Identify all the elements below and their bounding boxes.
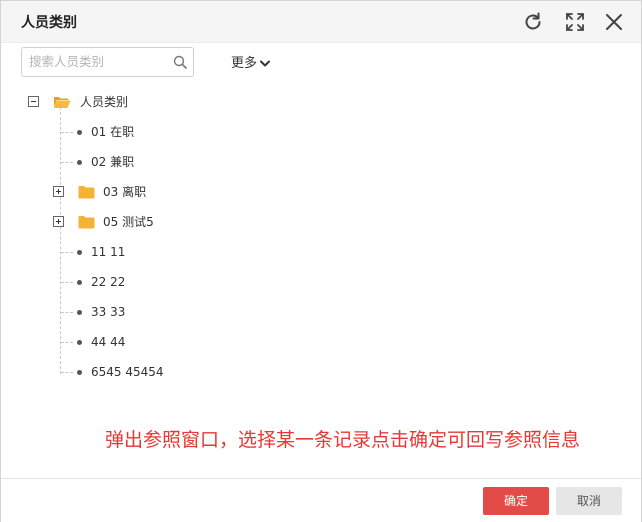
- close-icon[interactable]: [602, 10, 626, 34]
- folder-icon: [78, 186, 95, 199]
- leaf-dot-icon: [77, 370, 82, 375]
- refresh-icon[interactable]: [521, 10, 545, 34]
- expand-toggle-icon[interactable]: [53, 186, 64, 197]
- tree-connector: [61, 132, 73, 133]
- tree-connector: [61, 342, 73, 343]
- leaf-dot-icon: [77, 250, 82, 255]
- leaf-dot-icon: [77, 280, 82, 285]
- dialog-header: 人员类别: [1, 1, 641, 43]
- tree-node-label: 01 在职: [91, 125, 135, 139]
- tree-node-label: 44 44: [91, 335, 126, 349]
- tree-node[interactable]: 02 兼职: [77, 151, 277, 173]
- tree-connector: [61, 162, 73, 163]
- reference-dialog: 人员类别 搜索人员类别 更多 人员类别 01 在职 02 兼职 03 离职 05…: [0, 0, 642, 522]
- dialog-title: 人员类别: [21, 15, 77, 31]
- expand-toggle-icon[interactable]: [53, 216, 64, 227]
- tree-root-label: 人员类别: [80, 95, 129, 109]
- tree-node-label: 11 11: [91, 245, 126, 259]
- more-label: 更多: [231, 56, 258, 71]
- tree-node-folder[interactable]: 03 离职: [53, 181, 253, 203]
- collapse-toggle-icon[interactable]: [28, 96, 39, 107]
- tree-node[interactable]: 33 33: [77, 301, 277, 323]
- tree-node[interactable]: 6545 45454: [77, 361, 277, 383]
- maximize-icon[interactable]: [563, 10, 587, 34]
- tree-node-label: 6545 45454: [91, 365, 164, 379]
- tree-node-label: 05 测试5: [103, 215, 154, 229]
- tree-node-label: 33 33: [91, 305, 126, 319]
- tree-node[interactable]: 22 22: [77, 271, 277, 293]
- tree-connector: [61, 252, 73, 253]
- dialog-footer: 确定 取消: [1, 478, 641, 522]
- search-box: [21, 47, 194, 77]
- confirm-button[interactable]: 确定: [483, 487, 549, 515]
- tree-connector: [60, 107, 61, 374]
- tree-connector: [61, 282, 73, 283]
- search-icon[interactable]: [173, 55, 187, 69]
- tree-node[interactable]: 44 44: [77, 331, 277, 353]
- tree-connector: [61, 372, 73, 373]
- annotation-text: 弹出参照窗口，选择某一条记录点击确定可回写参照信息: [105, 429, 581, 451]
- cancel-button[interactable]: 取消: [556, 487, 622, 515]
- tree-node-label: 02 兼职: [91, 155, 135, 169]
- folder-open-icon: [54, 97, 71, 108]
- tree-root-node[interactable]: 人员类别: [28, 91, 228, 113]
- tree-node[interactable]: 11 11: [77, 241, 277, 263]
- leaf-dot-icon: [77, 130, 82, 135]
- more-dropdown-button[interactable]: 更多: [231, 52, 271, 71]
- category-tree: 人员类别 01 在职 02 兼职 03 离职 05 测试5 11 11 22 2…: [1, 87, 641, 387]
- folder-icon: [78, 216, 95, 229]
- search-input[interactable]: [29, 50, 169, 72]
- tree-node[interactable]: 01 在职: [77, 121, 277, 143]
- leaf-dot-icon: [77, 160, 82, 165]
- leaf-dot-icon: [77, 340, 82, 345]
- chevron-down-icon: [260, 60, 271, 66]
- tree-node-folder[interactable]: 05 测试5: [53, 211, 253, 233]
- tree-connector: [61, 312, 73, 313]
- leaf-dot-icon: [77, 310, 82, 315]
- tree-node-label: 22 22: [91, 275, 126, 289]
- tree-node-label: 03 离职: [103, 185, 147, 199]
